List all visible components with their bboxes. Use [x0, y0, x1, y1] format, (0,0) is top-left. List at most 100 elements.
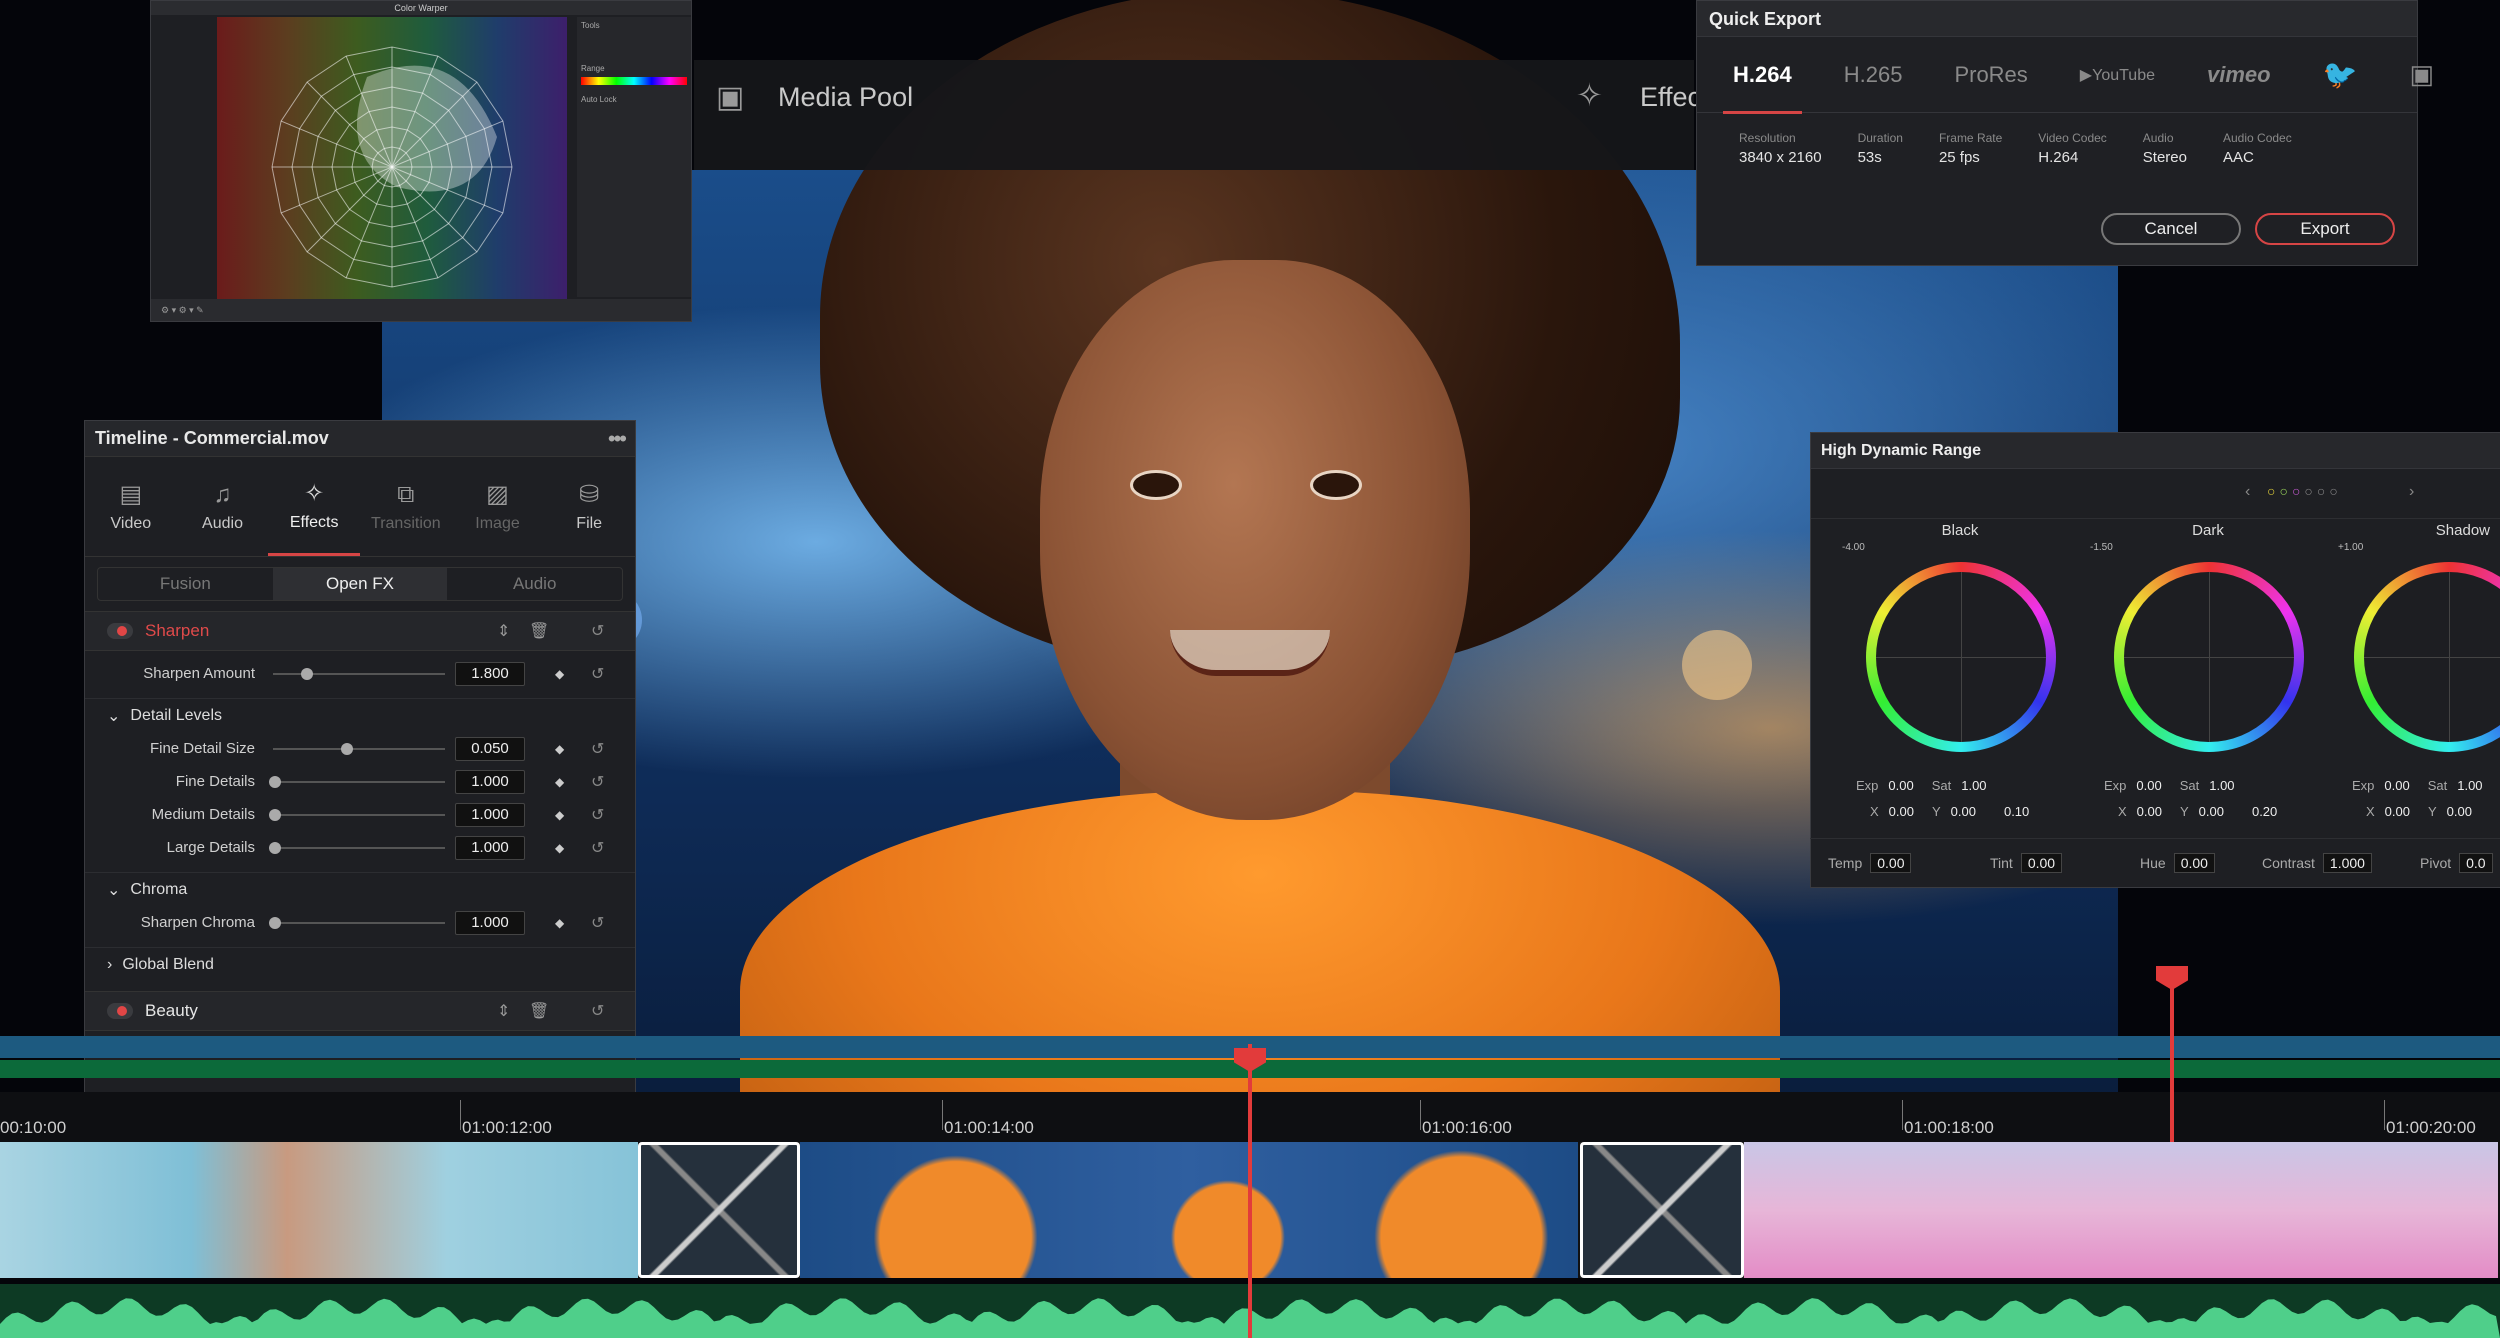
tab-file[interactable]: ⛁ File — [543, 457, 635, 556]
exp-value[interactable]: 0.00 — [1888, 778, 1913, 793]
keyframe-icon[interactable]: ◆ — [555, 775, 564, 789]
param-value[interactable]: 1.800 — [455, 661, 525, 686]
effects-tab[interactable]: Effec — [1640, 82, 1701, 113]
chevron-right-icon[interactable]: › — [2409, 483, 2414, 501]
playhead[interactable] — [1248, 1044, 1252, 1338]
slider-knob[interactable] — [341, 743, 353, 755]
y-value[interactable]: 0.00 — [2199, 804, 2224, 819]
contrast-value[interactable]: 1.000 — [2322, 853, 2372, 873]
param-slider[interactable] — [273, 668, 445, 680]
trash-icon[interactable]: 🗑 — [529, 1001, 549, 1021]
effect-header-sharpen[interactable]: Sharpen ⇕ 🗑 ↺ — [85, 611, 635, 651]
wheel-center[interactable] — [2364, 572, 2500, 742]
subtab-audio[interactable]: Audio — [447, 568, 622, 600]
l-value[interactable]: 0.20 — [2252, 804, 2277, 819]
transition-cross-dissolve[interactable] — [1580, 1142, 1744, 1278]
transition-cross-dissolve[interactable] — [638, 1142, 800, 1278]
reorder-icon[interactable]: ⇕ — [497, 1001, 510, 1021]
param-slider[interactable] — [269, 842, 445, 854]
reset-icon[interactable]: ↺ — [591, 1001, 604, 1021]
color-wheel[interactable] — [1866, 562, 2056, 752]
param-value[interactable]: 1.000 — [455, 802, 525, 827]
reorder-icon[interactable]: ⇕ — [497, 621, 510, 641]
reset-icon[interactable]: ↺ — [591, 772, 604, 792]
sat-value[interactable]: 1.00 — [2457, 778, 2482, 793]
reset-icon[interactable]: ↺ — [591, 621, 604, 641]
color-warper-grid[interactable] — [217, 17, 567, 299]
clip-laughing-woman[interactable] — [0, 1142, 640, 1278]
sharpen-enable-toggle[interactable] — [107, 623, 133, 639]
marker-flag-icon[interactable] — [2156, 966, 2188, 990]
param-value[interactable]: 1.000 — [455, 769, 525, 794]
keyframe-icon[interactable]: ◆ — [555, 841, 564, 855]
timeline-marker[interactable] — [2170, 970, 2174, 1142]
tint-value[interactable]: 0.00 — [2020, 853, 2063, 873]
reset-icon[interactable]: ↺ — [591, 739, 604, 759]
chevron-left-icon[interactable]: ‹ — [2245, 483, 2250, 501]
param-value[interactable]: 0.050 — [455, 736, 525, 761]
trash-icon[interactable]: 🗑 — [529, 621, 549, 641]
keyframe-icon[interactable]: ◆ — [555, 916, 564, 930]
param-slider[interactable] — [269, 917, 445, 929]
param-slider[interactable] — [269, 809, 445, 821]
section-global-blend[interactable]: › Global Blend — [85, 947, 635, 981]
slider-knob[interactable] — [269, 809, 281, 821]
clip-fuji[interactable] — [1744, 1142, 2500, 1278]
media-pool-tab[interactable]: Media Pool — [778, 82, 913, 113]
sat-value[interactable]: 1.00 — [2209, 778, 2234, 793]
tab-effects[interactable]: ✧ Effects — [268, 457, 361, 556]
tab-audio[interactable]: ♫ Audio — [177, 457, 269, 556]
x-value[interactable]: 0.00 — [1889, 804, 1914, 819]
l-value[interactable]: 0.10 — [2004, 804, 2029, 819]
clip-orange-sweater[interactable] — [800, 1142, 1580, 1278]
keyframe-icon[interactable]: ◆ — [555, 808, 564, 822]
format-h265[interactable]: H.265 — [1844, 62, 1903, 88]
section-chroma[interactable]: ⌄ Chroma — [85, 872, 635, 906]
effects-wand-icon[interactable]: ✧ — [1576, 76, 1603, 114]
format-prores[interactable]: ProRes — [1954, 62, 2027, 88]
media-pool-icon[interactable]: ▣ — [716, 80, 744, 115]
tab-video[interactable]: ▤ Video — [85, 457, 177, 556]
subtab-openfx[interactable]: Open FX — [272, 568, 448, 600]
cancel-button[interactable]: Cancel — [2101, 213, 2241, 245]
pivot-value[interactable]: 0.0 — [2459, 853, 2493, 873]
beauty-enable-toggle[interactable] — [107, 1003, 133, 1019]
slider-knob[interactable] — [269, 842, 281, 854]
hue-range-bar[interactable] — [581, 77, 687, 85]
reset-icon[interactable]: ↺ — [591, 664, 604, 684]
effect-header-beauty[interactable]: Beauty ⇕ 🗑 ↺ — [85, 991, 635, 1031]
x-value[interactable]: 0.00 — [2385, 804, 2410, 819]
frameio-icon[interactable]: ▣ — [2409, 59, 2434, 90]
exp-value[interactable]: 0.00 — [2384, 778, 2409, 793]
wheel-center[interactable] — [2124, 572, 2294, 742]
zone-dots[interactable]: ○○○○○○ — [2267, 483, 2342, 499]
tab-image[interactable]: ▨ Image — [452, 457, 544, 556]
format-youtube[interactable]: ▶YouTube — [2080, 65, 2155, 85]
param-value[interactable]: 1.000 — [455, 835, 525, 860]
slider-knob[interactable] — [269, 776, 281, 788]
twitter-icon[interactable]: 🐦 — [2323, 58, 2358, 91]
keyframe-icon[interactable]: ◆ — [555, 667, 564, 681]
x-value[interactable]: 0.00 — [2137, 804, 2162, 819]
section-detail-levels[interactable]: ⌄ Detail Levels — [85, 698, 635, 732]
more-options-icon[interactable]: ••• — [608, 426, 627, 452]
reset-icon[interactable]: ↺ — [591, 838, 604, 858]
keyframe-icon[interactable]: ◆ — [555, 742, 564, 756]
sat-value[interactable]: 1.00 — [1961, 778, 1986, 793]
slider-knob[interactable] — [269, 917, 281, 929]
wheel-center[interactable] — [1876, 572, 2046, 742]
export-button[interactable]: Export — [2255, 213, 2395, 245]
y-value[interactable]: 0.00 — [2447, 804, 2472, 819]
param-value[interactable]: 1.000 — [455, 910, 525, 935]
exp-value[interactable]: 0.00 — [2136, 778, 2161, 793]
param-slider[interactable] — [273, 743, 445, 755]
reset-icon[interactable]: ↺ — [591, 805, 604, 825]
format-vimeo[interactable]: vimeo — [2207, 62, 2271, 88]
subtab-fusion[interactable]: Fusion — [98, 568, 273, 600]
param-slider[interactable] — [269, 776, 445, 788]
hue-value[interactable]: 0.00 — [2173, 853, 2215, 873]
color-wheel[interactable] — [2114, 562, 2304, 752]
color-wheel[interactable] — [2354, 562, 2500, 752]
slider-knob[interactable] — [301, 668, 313, 680]
tab-transition[interactable]: ⧉ Transition — [360, 457, 452, 556]
